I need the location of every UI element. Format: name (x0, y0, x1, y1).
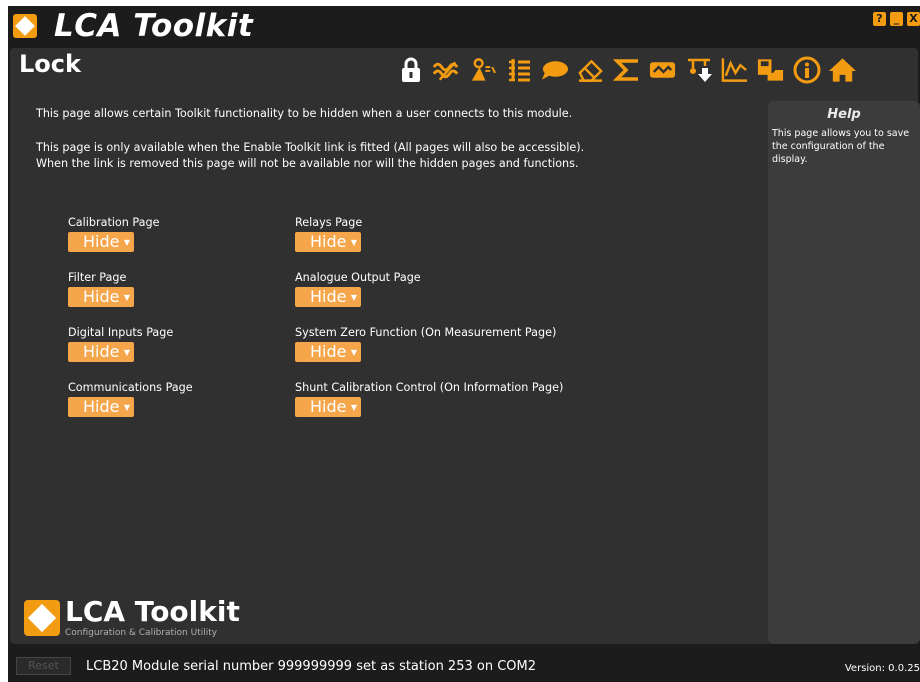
sigma-icon[interactable] (612, 55, 641, 85)
help-text: This page allows you to save the configu… (772, 128, 910, 165)
relays-page-dropdown[interactable]: Hide ▼ (295, 232, 361, 252)
zero-icon[interactable] (468, 55, 497, 85)
download-icon[interactable] (684, 55, 713, 85)
analogue-output-page-setting: Analogue Output Page Hide ▼ (295, 271, 421, 307)
app-title: LCA Toolkit (54, 8, 254, 44)
caret-down-icon: ▼ (123, 348, 130, 357)
title-bar: LCA Toolkit ? _ X (8, 6, 920, 48)
chart-icon[interactable] (720, 55, 749, 85)
lock-icon[interactable] (396, 55, 425, 85)
main-panel: Lock This page allows certain Toolkit fu… (10, 48, 920, 644)
signal-icon[interactable] (648, 55, 677, 85)
status-message: LCB20 Module serial number 999999999 set… (86, 659, 537, 674)
help-panel: Help This page allows you to save the co… (768, 101, 920, 644)
app-window: LCA Toolkit ? _ X Lock This page allows … (8, 6, 920, 682)
setting-label: System Zero Function (On Measurement Pag… (295, 326, 557, 339)
system-zero-function-setting: System Zero Function (On Measurement Pag… (295, 326, 556, 362)
caret-down-icon: ▼ (350, 293, 357, 302)
home-icon[interactable] (828, 55, 857, 85)
shunt-calibration-control-dropdown[interactable]: Hide ▼ (295, 397, 361, 417)
status-bar: Reset LCB20 Module serial number 9999999… (8, 654, 920, 682)
caret-down-icon: ▼ (123, 403, 130, 412)
help-window-button[interactable]: ? (873, 12, 886, 26)
caret-down-icon: ▼ (350, 238, 357, 247)
setting-label: Analogue Output Page (295, 271, 421, 284)
digital-inputs-page-setting: Digital Inputs Page Hide ▼ (68, 326, 173, 362)
shunt-calibration-control-setting: Shunt Calibration Control (On Informatio… (295, 381, 563, 417)
communications-page-dropdown[interactable]: Hide ▼ (68, 397, 134, 417)
dropdown-value: Hide (83, 287, 120, 306)
dropdown-value: Hide (83, 342, 120, 361)
logo-title: LCA Toolkit (65, 595, 240, 628)
help-title: Help (827, 107, 861, 122)
setting-label: Shunt Calibration Control (On Informatio… (295, 381, 564, 394)
caret-down-icon: ▼ (350, 348, 357, 357)
caret-down-icon: ▼ (123, 238, 130, 247)
filter-page-dropdown[interactable]: Hide ▼ (68, 287, 134, 307)
navigation-toolbar (396, 55, 857, 85)
dropdown-value: Hide (83, 232, 120, 251)
info-icon[interactable] (792, 55, 821, 85)
logo-subtitle: Configuration & Calibration Utility (65, 628, 218, 638)
setting-label: Communications Page (68, 381, 193, 394)
dropdown-value: Hide (310, 397, 347, 416)
caret-down-icon: ▼ (123, 293, 130, 302)
dropdown-value: Hide (310, 342, 347, 361)
calibration-page-setting: Calibration Page Hide ▼ (68, 216, 160, 252)
system-zero-function-dropdown[interactable]: Hide ▼ (295, 342, 361, 362)
reset-button[interactable]: Reset (16, 657, 71, 675)
description-line-1: This page allows certain Toolkit functio… (36, 107, 573, 120)
dropdown-value: Hide (83, 397, 120, 416)
eraser-icon[interactable] (576, 55, 605, 85)
filter-page-setting: Filter Page Hide ▼ (68, 271, 134, 307)
setting-label: Relays Page (295, 216, 363, 229)
dropdown-value: Hide (310, 232, 347, 251)
setting-label: Filter Page (68, 271, 127, 284)
logo-diamond-icon (24, 600, 60, 636)
minimize-button[interactable]: _ (890, 12, 903, 26)
relays-page-setting: Relays Page Hide ▼ (295, 216, 362, 252)
setting-label: Calibration Page (68, 216, 160, 229)
window-controls: ? _ X (873, 12, 920, 26)
caret-down-icon: ▼ (350, 403, 357, 412)
calibration-page-dropdown[interactable]: Hide ▼ (68, 232, 134, 252)
analogue-output-page-dropdown[interactable]: Hide ▼ (295, 287, 361, 307)
close-button[interactable]: X (907, 12, 920, 26)
description-line-3: When the link is removed this page will … (36, 157, 579, 170)
setting-label: Digital Inputs Page (68, 326, 174, 339)
page-title: Lock (19, 50, 81, 78)
communications-page-setting: Communications Page Hide ▼ (68, 381, 193, 417)
description-line-2: This page is only available when the Ena… (36, 141, 585, 154)
speech-icon[interactable] (540, 55, 569, 85)
filter-icon[interactable] (432, 55, 461, 85)
version-label: Version: 0.0.25 (844, 663, 920, 674)
app-logo-icon (13, 14, 37, 38)
list-icon[interactable] (504, 55, 533, 85)
digital-inputs-page-dropdown[interactable]: Hide ▼ (68, 342, 134, 362)
dropdown-value: Hide (310, 287, 347, 306)
save-icon[interactable] (756, 55, 785, 85)
